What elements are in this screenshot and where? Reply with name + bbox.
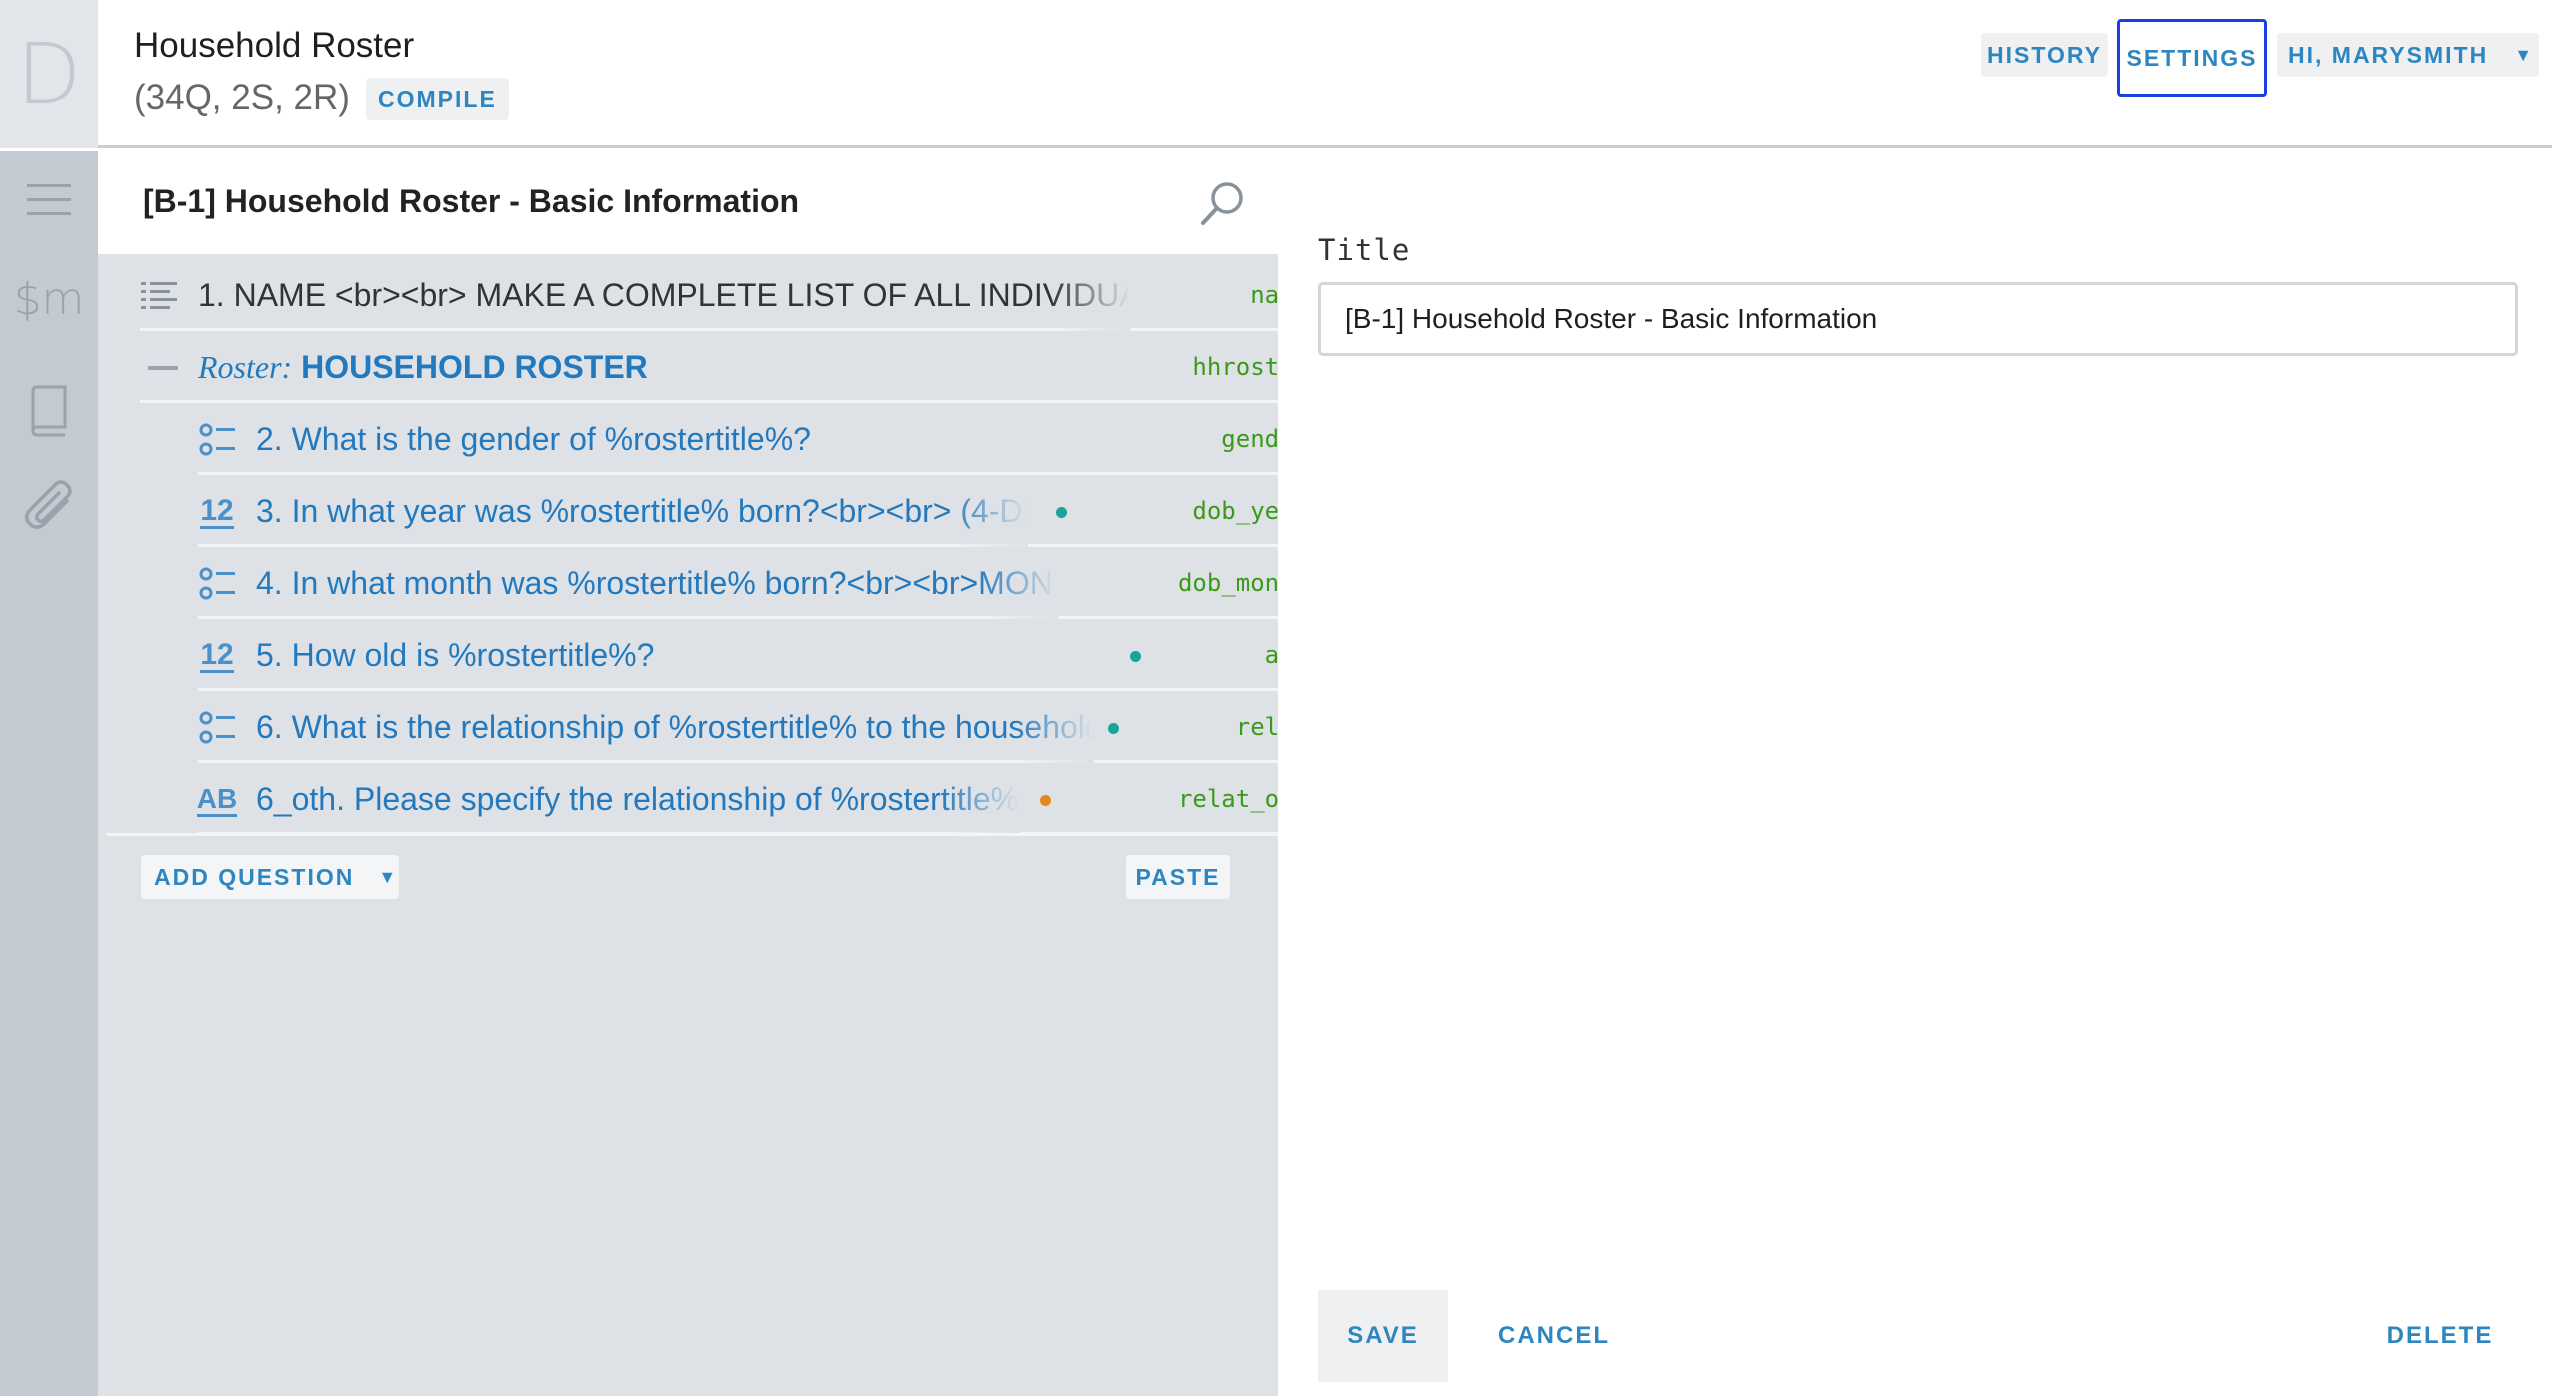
text-fade: [1014, 693, 1094, 763]
integer-icon-label: 12: [200, 493, 234, 529]
question-text: 3. In what year was %rostertitle% born?<…: [256, 493, 1026, 529]
macro-icon[interactable]: $m: [0, 269, 98, 329]
questionnaire-title: Household Roster: [134, 26, 415, 65]
section-header: [B-1] Household Roster - Basic Informati…: [98, 151, 1278, 254]
question-row[interactable]: 2. What is the gender of %rostertitle%? …: [198, 405, 1330, 475]
integer-icon-label: 12: [200, 637, 234, 673]
caret-down-icon: ▼: [2514, 44, 2535, 65]
question-row[interactable]: 12 3. In what year was %rostertitle% bor…: [198, 477, 1330, 547]
roster-prefix: Roster:: [198, 349, 293, 385]
roster-row[interactable]: Roster: HOUSEHOLD ROSTER hhroster: [140, 333, 1330, 403]
cancel-button[interactable]: CANCEL: [1484, 1290, 1624, 1382]
app-logo[interactable]: D: [0, 0, 98, 148]
question-row[interactable]: 1. NAME <br><br> MAKE A COMPLETE LIST OF…: [140, 261, 1330, 331]
settings-button[interactable]: SETTINGS: [2117, 19, 2267, 97]
search-icon[interactable]: [1198, 179, 1248, 229]
text-ab-icon: AB: [196, 781, 238, 819]
question-text: 5. How old is %rostertitle%?: [256, 637, 655, 673]
section-editor: Title SAVE CANCEL DELETE: [1278, 151, 2552, 1396]
left-rail: $m: [0, 151, 98, 1396]
text-fade: [1050, 261, 1130, 331]
integer-icon: 12: [198, 493, 236, 531]
section-title[interactable]: [B-1] Household Roster - Basic Informati…: [143, 183, 799, 220]
logic-dot-icon: [1130, 651, 1141, 662]
logic-dot-icon: [1056, 507, 1067, 518]
collapse-dash-icon[interactable]: [144, 349, 182, 387]
text-fade: [940, 765, 1020, 835]
user-menu-button[interactable]: HI, MARYSMITH ▼: [2277, 33, 2539, 77]
question-text: 6. What is the relationship of %rosterti…: [256, 709, 1094, 745]
add-question-button[interactable]: ADD QUESTION ▼: [141, 855, 399, 899]
top-header: D Household Roster (34Q, 2S, 2R) COMPILE…: [0, 0, 2552, 148]
text-fade: [978, 549, 1058, 619]
select-list-icon: [198, 709, 236, 747]
roster-name: HOUSEHOLD ROSTER: [301, 349, 648, 385]
delete-button[interactable]: DELETE: [2370, 1290, 2510, 1382]
question-row[interactable]: 6. What is the relationship of %rosterti…: [198, 693, 1330, 763]
question-row[interactable]: 12 5. How old is %rostertitle%? age: [198, 621, 1330, 691]
text-icon-label: AB: [196, 783, 238, 817]
question-text: 2. What is the gender of %rostertitle%?: [256, 421, 811, 457]
question-text: 6_oth. Please specify the relationship o…: [256, 781, 1020, 817]
paperclip-icon[interactable]: [0, 477, 98, 537]
paste-button[interactable]: PASTE: [1126, 855, 1230, 899]
question-row[interactable]: AB 6_oth. Please specify the relationshi…: [196, 765, 1330, 835]
title-input[interactable]: [1318, 282, 2518, 356]
select-list-icon: [198, 565, 236, 603]
question-text: 4. In what month was %rostertitle% born?…: [256, 565, 1056, 601]
logic-dot-icon: [1040, 795, 1051, 806]
add-question-label: ADD QUESTION: [154, 863, 355, 890]
text-fade: [948, 477, 1028, 547]
list-lines-icon: [140, 277, 178, 315]
book-icon[interactable]: [0, 381, 98, 441]
title-label: Title: [1318, 233, 1411, 267]
compile-button[interactable]: COMPILE: [366, 78, 509, 120]
logo-letter: D: [16, 25, 82, 123]
logic-dot-icon: [1108, 723, 1119, 734]
menu-icon[interactable]: [0, 175, 98, 225]
question-text: 1. NAME <br><br> MAKE A COMPLETE LIST OF…: [198, 277, 1128, 313]
list-divider: [106, 833, 1278, 836]
user-menu-label: HI, MARYSMITH: [2288, 41, 2489, 68]
caret-down-icon: ▼: [378, 866, 399, 887]
save-button[interactable]: SAVE: [1318, 1290, 1448, 1382]
history-button[interactable]: HISTORY: [1981, 33, 2108, 77]
roster-title: Roster: HOUSEHOLD ROSTER: [198, 349, 1098, 386]
questionnaire-stats: (34Q, 2S, 2R): [134, 78, 350, 117]
section-panel: [B-1] Household Roster - Basic Informati…: [98, 151, 1330, 1396]
question-row[interactable]: 4. In what month was %rostertitle% born?…: [198, 549, 1330, 619]
select-list-icon: [198, 421, 236, 459]
integer-icon: 12: [198, 637, 236, 675]
